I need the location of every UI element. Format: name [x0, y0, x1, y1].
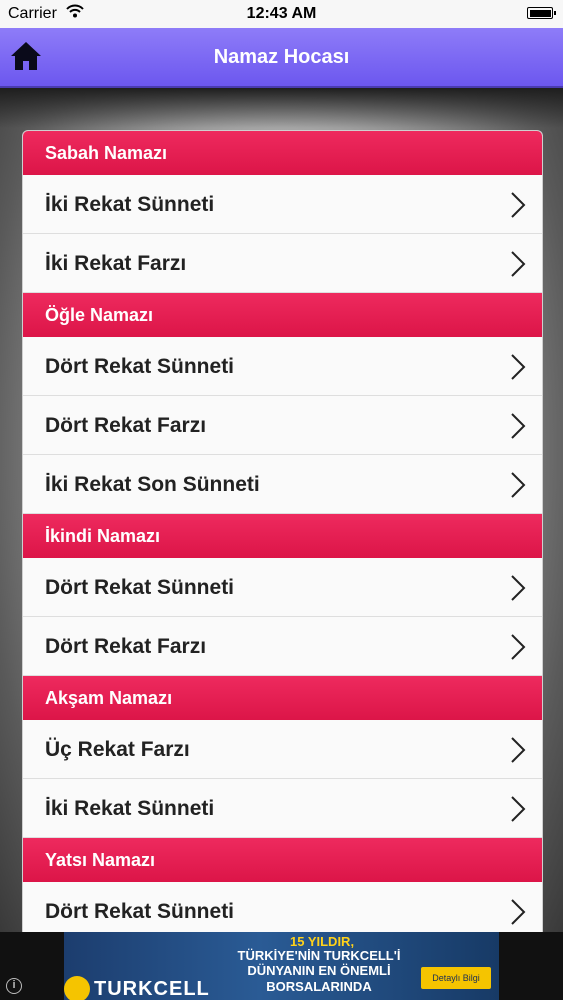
info-icon[interactable]: i — [6, 978, 22, 994]
ad-banner[interactable]: i TURKCELL 15 YILDIR, TÜRKİYE'NİN TURKCE… — [0, 932, 563, 1000]
table-row[interactable]: Dört Rekat Sünneti — [23, 882, 542, 933]
chevron-right-icon — [511, 413, 526, 439]
section-header: Akşam Namazı — [23, 676, 542, 720]
ad-line-3: BORSALARINDA — [266, 979, 372, 994]
turkcell-ad[interactable]: TURKCELL 15 YILDIR, TÜRKİYE'NİN TURKCELL… — [64, 932, 499, 1000]
row-label: Dört Rekat Sünneti — [45, 576, 235, 599]
row-label: İki Rekat Sünneti — [45, 797, 215, 820]
chevron-right-icon — [511, 472, 526, 498]
row-label: İki Rekat Sünneti — [45, 193, 215, 216]
ad-line-2: DÜNYANIN EN ÖNEMLİ — [247, 963, 391, 978]
table-row[interactable]: İki Rekat Sünneti — [23, 779, 542, 838]
table-row[interactable]: Dört Rekat Sünneti — [23, 337, 542, 396]
ad-years-text: 15 YILDIR, — [290, 934, 355, 949]
table-row[interactable]: Dört Rekat Sünneti — [23, 558, 542, 617]
table-row[interactable]: İki Rekat Sünneti — [23, 175, 542, 234]
table-row[interactable]: Üç Rekat Farzı — [23, 720, 542, 779]
chevron-right-icon — [511, 796, 526, 822]
navigation-bar: Namaz Hocası — [0, 28, 563, 88]
ad-line-1: TÜRKİYE'NİN TURKCELL'İ — [237, 948, 401, 963]
table-row[interactable]: İki Rekat Son Sünneti — [23, 455, 542, 514]
row-label: Dört Rekat Farzı — [45, 635, 207, 658]
chevron-right-icon — [511, 192, 526, 218]
chevron-right-icon — [511, 899, 526, 925]
row-label: Dört Rekat Sünneti — [45, 355, 235, 378]
chevron-right-icon — [511, 575, 526, 601]
chevron-right-icon — [511, 737, 526, 763]
ad-cta-button[interactable]: Detaylı Bilgi — [421, 967, 491, 989]
row-label: İki Rekat Son Sünneti — [45, 473, 260, 496]
table-row[interactable]: Dört Rekat Farzı — [23, 617, 542, 676]
section-header: Sabah Namazı — [23, 131, 542, 175]
table-row[interactable]: Dört Rekat Farzı — [23, 396, 542, 455]
row-label: Dört Rekat Farzı — [45, 414, 207, 437]
section-header: İkindi Namazı — [23, 514, 542, 558]
row-label: İki Rekat Farzı — [45, 252, 187, 275]
row-label: Dört Rekat Sünneti — [45, 900, 235, 923]
status-time: 12:43 AM — [246, 5, 317, 22]
ad-logo-text: TURKCELL — [94, 978, 210, 1000]
nav-shadow — [0, 88, 563, 128]
section-header: Yatsı Namazı — [23, 838, 542, 882]
page-title: Namaz Hocası — [213, 46, 350, 68]
status-bar: Carrier 12:43 AM — [0, 0, 563, 28]
battery-icon — [527, 7, 556, 19]
chevron-right-icon — [511, 354, 526, 380]
chevron-right-icon — [511, 634, 526, 660]
chevron-right-icon — [511, 251, 526, 277]
turkcell-logo-icon — [64, 976, 90, 1000]
section-header: Öğle Namazı — [23, 293, 542, 337]
prayer-table: Sabah Namazı İki Rekat Sünneti İki Rekat F… — [22, 130, 543, 933]
table-row[interactable]: İki Rekat Farzı — [23, 234, 542, 293]
row-label: Üç Rekat Farzı — [45, 738, 190, 761]
